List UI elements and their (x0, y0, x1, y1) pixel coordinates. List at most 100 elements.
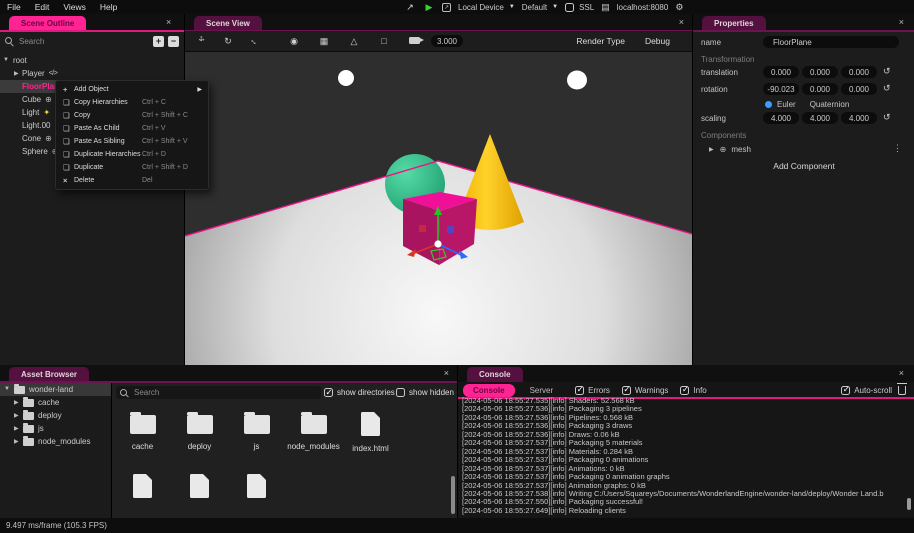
close-icon[interactable]: × (166, 17, 171, 27)
collapse-arrow-icon[interactable]: ▼ (4, 386, 10, 392)
expand-arrow-icon[interactable]: ▶ (14, 438, 19, 445)
globe-icon[interactable]: ◉ (281, 36, 307, 47)
frame-icon[interactable]: □ (371, 36, 397, 46)
ssl-checkbox[interactable] (565, 3, 574, 12)
show-directories-checkbox[interactable] (324, 388, 333, 397)
clear-console-trash-icon[interactable] (898, 386, 906, 395)
camera-speed-input[interactable]: 3.000 (431, 35, 463, 47)
reset-scaling-icon[interactable]: ↺ (883, 112, 891, 123)
expand-all-button[interactable]: + (153, 36, 164, 47)
rotation-y-input[interactable]: 0.000 (802, 83, 838, 95)
show-directories-toggle[interactable]: show directories (324, 388, 395, 397)
play-icon[interactable]: ▶ (423, 1, 435, 13)
light-object[interactable] (338, 70, 354, 86)
translation-z-input[interactable]: 0.000 (841, 66, 877, 78)
light-object[interactable] (567, 71, 587, 90)
asset-tile-deploy[interactable]: deploy (171, 405, 228, 467)
menu-item-delete[interactable]: × Delete Del (56, 174, 208, 187)
asset-tile-js[interactable]: js (228, 405, 285, 467)
collapse-all-button[interactable]: − (168, 36, 179, 47)
rotation-z-input[interactable]: 0.000 (841, 83, 877, 95)
menu-item-copy-hierarchies[interactable]: ❏ Copy Hierarchies Ctrl + C (56, 96, 208, 109)
folder-row-wonder-land[interactable]: ▼ wonder-land (0, 383, 111, 396)
menu-item-paste-as-sibling[interactable]: ❏ Paste As Sibling Ctrl + Shift + V (56, 135, 208, 148)
expand-arrow-icon[interactable]: ▶ (14, 425, 19, 432)
menu-file[interactable]: File (0, 2, 28, 12)
add-component-button[interactable]: Add Component (693, 161, 914, 171)
asset-tile-index-html[interactable]: index.html (342, 405, 399, 467)
asset-scrollbar[interactable] (451, 476, 455, 514)
show-hidden-checkbox[interactable] (396, 388, 405, 397)
console-scrollbar[interactable] (907, 498, 911, 510)
settings-gear-icon[interactable]: ⚙ (675, 2, 683, 13)
menu-views[interactable]: Views (56, 2, 93, 12)
show-hidden-toggle[interactable]: show hidden (396, 388, 454, 397)
menu-item-duplicate-hierarchies[interactable]: ❏ Duplicate Hierarchies Ctrl + D (56, 148, 208, 161)
auto-scroll-checkbox[interactable] (841, 386, 850, 395)
move-tool-icon[interactable] (189, 35, 215, 47)
render-type-button[interactable]: Render Type (576, 36, 625, 46)
asset-tile-node-modules[interactable]: node_modules (285, 405, 342, 467)
folder-row-node-modules[interactable]: ▶ node_modules (0, 435, 111, 448)
menu-item-duplicate[interactable]: ❏ Duplicate Ctrl + Shift + D (56, 161, 208, 174)
folder-row-deploy[interactable]: ▶ deploy (0, 409, 111, 422)
tree-row-player[interactable]: ▶ Player </> (0, 67, 184, 80)
asset-tile-cache[interactable]: cache (114, 405, 171, 467)
debug-button[interactable]: Debug (645, 36, 670, 46)
console-log-list[interactable]: [2024-05-06 18:55:27.535][info] Shaders:… (462, 397, 904, 516)
grid-icon[interactable]: ▦ (311, 36, 337, 47)
subtab-console[interactable]: Console (463, 384, 515, 397)
axes-icon[interactable]: △ (341, 36, 367, 47)
tab-properties[interactable]: Properties (702, 16, 766, 31)
folder-row-js[interactable]: ▶ js (0, 422, 111, 435)
euler-label[interactable]: Euler (777, 100, 796, 109)
tab-console[interactable]: Console (467, 367, 523, 382)
menu-help[interactable]: Help (93, 2, 124, 12)
ssl-toggle[interactable]: SSL (565, 3, 594, 12)
collapse-arrow-icon[interactable]: ▼ (3, 57, 9, 63)
tree-row-root[interactable]: ▼ root (0, 54, 184, 67)
close-icon[interactable]: × (444, 368, 449, 378)
name-input[interactable]: FloorPlane (763, 36, 899, 48)
info-filter[interactable]: Info (680, 386, 706, 395)
auto-scroll-toggle[interactable]: Auto-scroll (841, 386, 892, 395)
close-icon[interactable]: × (899, 368, 904, 378)
warnings-filter[interactable]: Warnings (622, 386, 669, 395)
tab-asset-browser[interactable]: Asset Browser (9, 367, 89, 382)
quaternion-radio[interactable]: Quaternion (810, 100, 850, 109)
menu-item-copy[interactable]: ❏ Copy Ctrl + Shift + C (56, 109, 208, 122)
profile-dropdown[interactable]: Default ▼ (522, 3, 558, 12)
expand-arrow-icon[interactable]: ▶ (14, 412, 19, 419)
subtab-server[interactable]: Server (520, 384, 564, 397)
warnings-checkbox[interactable] (622, 386, 631, 395)
scaling-x-input[interactable]: 4.000 (763, 112, 799, 124)
info-checkbox[interactable] (680, 386, 689, 395)
reset-rotation-icon[interactable]: ↺ (883, 83, 891, 94)
scaling-y-input[interactable]: 4.000 (802, 112, 838, 124)
outline-search-input[interactable] (17, 36, 149, 47)
device-dropdown[interactable]: Local Device ▼ (458, 3, 515, 12)
package-icon[interactable]: ↗ (404, 1, 416, 13)
open-external-icon[interactable]: ↗ (442, 3, 451, 12)
errors-checkbox[interactable] (575, 386, 584, 395)
expand-arrow-icon[interactable]: ▶ (14, 70, 19, 77)
translation-y-input[interactable]: 0.000 (802, 66, 838, 78)
rotate-tool-icon[interactable]: ↻ (215, 36, 241, 47)
folder-row-cache[interactable]: ▶ cache (0, 396, 111, 409)
camera-icon[interactable] (401, 36, 427, 46)
expand-arrow-icon[interactable]: ▶ (14, 399, 19, 406)
scale-tool-icon[interactable]: ↔ (241, 36, 267, 46)
errors-filter[interactable]: Errors (575, 386, 610, 395)
asset-search-input[interactable] (132, 387, 317, 398)
reset-translation-icon[interactable]: ↺ (883, 66, 891, 77)
close-icon[interactable]: × (679, 17, 684, 27)
close-icon[interactable]: × (899, 17, 904, 27)
euler-radio[interactable] (765, 101, 772, 108)
tab-scene-view[interactable]: Scene View (194, 16, 262, 31)
tab-scene-outline[interactable]: Scene Outline (9, 16, 86, 31)
expand-arrow-icon[interactable]: ▶ (709, 146, 714, 153)
mesh-component-row[interactable]: ▶ ⊕ mesh (709, 145, 751, 154)
menu-item-paste-as-child[interactable]: ❏ Paste As Child Ctrl + V (56, 122, 208, 135)
menu-edit[interactable]: Edit (28, 2, 57, 12)
menu-item-add-object[interactable]: + Add Object ▶ (56, 83, 208, 96)
